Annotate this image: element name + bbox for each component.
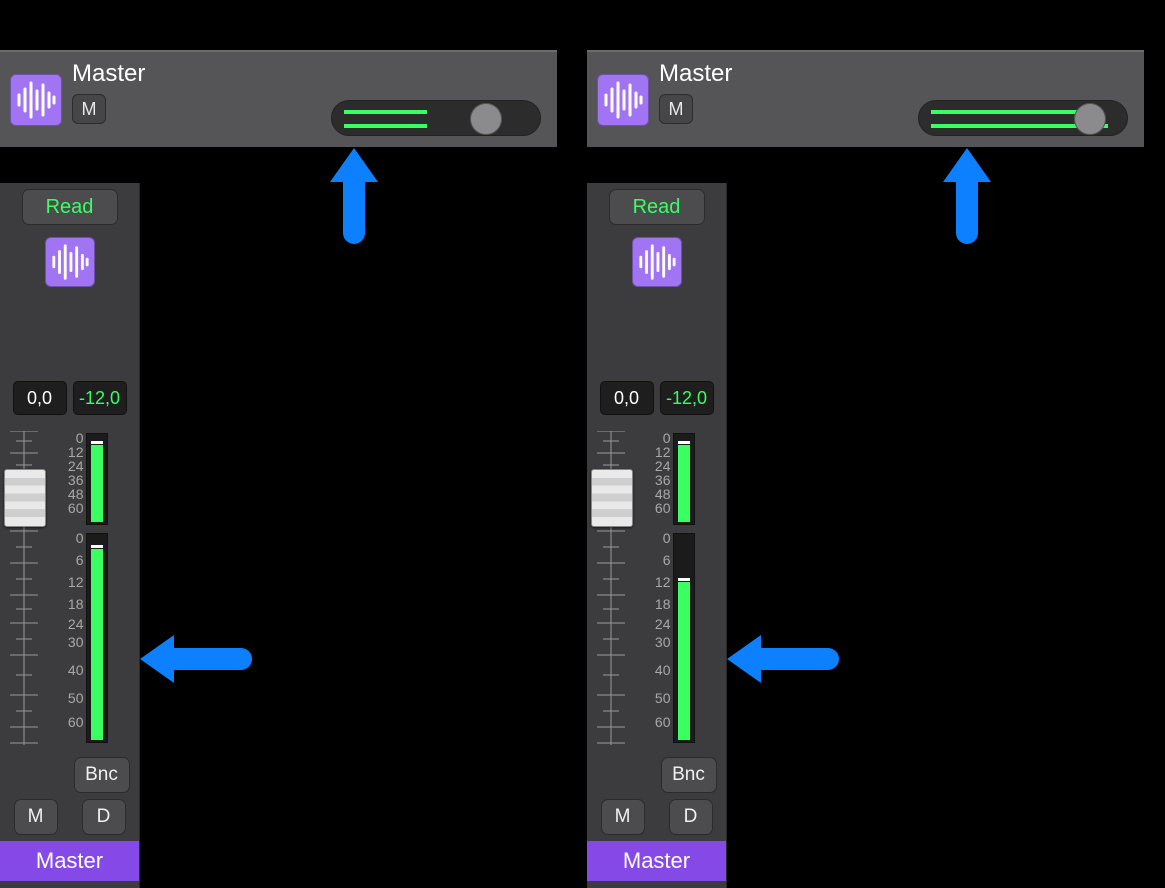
mute-button[interactable]: M bbox=[659, 94, 693, 124]
meter-scale-labels: 0 6 12 18 24 30 40 50 60 bbox=[633, 531, 671, 729]
waveform-icon bbox=[45, 237, 95, 287]
meter-scale-labels: 0 12 24 36 48 60 bbox=[633, 431, 671, 515]
meter-scale-labels: 0 12 24 36 48 60 bbox=[46, 431, 84, 515]
pan-value[interactable]: 0,0 bbox=[13, 381, 67, 415]
fader-knob[interactable] bbox=[591, 469, 633, 527]
level-meter-small bbox=[86, 433, 108, 525]
bounce-button[interactable]: Bnc bbox=[661, 757, 717, 793]
channel-strip: Read 0,0 -12,0 bbox=[587, 183, 727, 888]
fader-knob[interactable] bbox=[4, 469, 46, 527]
channel-name-label[interactable]: Master bbox=[0, 841, 139, 881]
mute-button[interactable]: M bbox=[72, 94, 106, 124]
volume-slider[interactable] bbox=[918, 100, 1128, 136]
track-title: Master bbox=[659, 60, 732, 88]
level-meter-small bbox=[673, 433, 695, 525]
dim-button[interactable]: D bbox=[82, 799, 126, 835]
meter-area: 0 12 24 36 48 60 0 6 12 18 24 30 bbox=[587, 433, 727, 747]
channel-pair: Read 0,0 -12,0 bbox=[0, 183, 1144, 888]
meter-area: 0 12 24 36 48 60 0 6 12 18 24 bbox=[0, 433, 140, 747]
gain-value[interactable]: -12,0 bbox=[660, 381, 714, 415]
callout-arrow-left-icon bbox=[727, 635, 839, 683]
mute-button[interactable]: M bbox=[601, 799, 645, 835]
track-header: Master M bbox=[0, 50, 557, 147]
channel-strip: Read 0,0 -12,0 bbox=[0, 183, 140, 888]
automation-mode-button[interactable]: Read bbox=[22, 189, 118, 225]
header-pair: Master M Master M bbox=[0, 50, 1144, 147]
volume-slider[interactable] bbox=[331, 100, 541, 136]
track-header: Master M bbox=[587, 50, 1144, 147]
automation-mode-button[interactable]: Read bbox=[609, 189, 705, 225]
channel-name-label[interactable]: Master bbox=[587, 841, 726, 881]
gain-value[interactable]: -12,0 bbox=[73, 381, 127, 415]
track-title: Master bbox=[72, 60, 145, 88]
waveform-icon bbox=[10, 74, 62, 126]
meter-scale-labels: 0 6 12 18 24 30 40 50 60 bbox=[46, 531, 84, 729]
bounce-button[interactable]: Bnc bbox=[74, 757, 130, 793]
dim-button[interactable]: D bbox=[669, 799, 713, 835]
waveform-icon bbox=[597, 74, 649, 126]
mute-button[interactable]: M bbox=[14, 799, 58, 835]
level-meter bbox=[86, 533, 108, 743]
level-meter bbox=[673, 533, 695, 743]
pan-value[interactable]: 0,0 bbox=[600, 381, 654, 415]
callout-arrow-left-icon bbox=[140, 635, 252, 683]
waveform-icon bbox=[632, 237, 682, 287]
